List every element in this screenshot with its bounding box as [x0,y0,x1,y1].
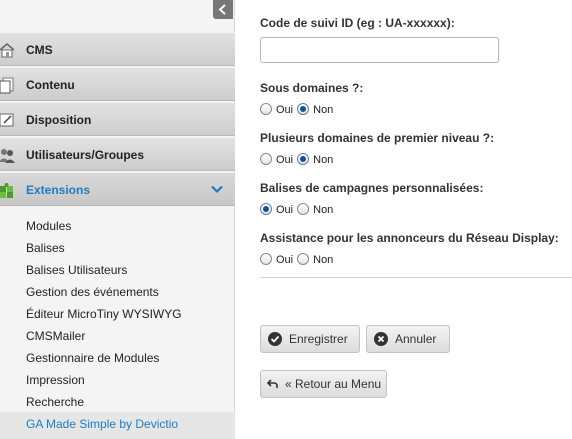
nav-item-label: Contenu [26,78,75,92]
multi-domains-no-radio[interactable] [297,153,310,165]
campaign-tags-label: Balises de campagnes personnalisées: [260,181,484,195]
form-divider [260,277,572,278]
subnav-item-balises[interactable]: Balises [26,241,65,255]
back-to-menu-label: « Retour au Menu [285,377,382,391]
campaign-tags-yes-radio[interactable] [260,203,272,215]
home-icon [0,43,15,58]
subnav-item-cmsmailer[interactable]: CMSMailer [26,329,85,343]
tracking-id-input[interactable] [260,37,499,63]
multi-domains-yes-radio[interactable] [260,153,272,165]
radio-label-non: Non [313,154,334,166]
nav-item-extensions[interactable]: Extensions [0,172,235,206]
campaign-tags-radio-group: Oui Non [260,202,337,216]
undo-arrow-icon [267,379,278,388]
tracking-id-label: Code de suivi ID (eg : UA-xxxxxx): [260,16,455,30]
radio-label-non: Non [313,104,334,116]
radio-label-non: Non [313,254,334,266]
radio-label-oui: Oui [276,254,294,266]
subnav-item-ga-made-simple[interactable]: GA Made Simple by Devictio [26,417,178,431]
nav-item-label: Extensions [26,183,91,197]
nav-item-contenu[interactable]: Contenu [0,67,235,101]
campaign-tags-no-radio[interactable] [297,203,310,215]
chevron-left-icon [218,4,226,15]
nav-item-label: CMS [26,43,53,57]
save-button-label: Enregistrer [289,332,348,346]
close-circle-icon [374,332,388,346]
subdomains-radio-group: Oui Non [260,102,337,116]
subnav-item-gestionnaire-modules[interactable]: Gestionnaire de Modules [26,351,159,365]
subnav-item-modules[interactable]: Modules [26,219,71,233]
puzzle-icon [0,183,13,198]
subdomains-yes-radio[interactable] [260,103,272,115]
users-icon [0,149,15,163]
radio-label-oui: Oui [276,104,294,116]
layout-icon [0,113,14,127]
display-network-yes-radio[interactable] [260,253,272,265]
subnav-item-recherche[interactable]: Recherche [26,395,84,409]
display-network-radio-group: Oui Non [260,252,337,266]
check-circle-icon [268,332,282,346]
radio-label-non: Non [313,204,334,216]
subdomains-label: Sous domaines ?: [260,81,364,95]
radio-label-oui: Oui [276,154,294,166]
subnav-item-impression[interactable]: Impression [26,373,85,387]
save-button[interactable]: Enregistrer [260,325,360,353]
back-to-menu-button[interactable]: « Retour au Menu [260,370,387,398]
content-icon [0,77,14,94]
subdomains-no-radio[interactable] [297,103,310,115]
nav-item-disposition[interactable]: Disposition [0,102,235,136]
radio-label-oui: Oui [276,204,294,216]
nav-item-label: Disposition [26,113,92,127]
main-content: Code de suivi ID (eg : UA-xxxxxx): Sous … [236,0,572,439]
multi-domains-radio-group: Oui Non [260,152,337,166]
sidebar: CMS Contenu Disposition Utilisateurs/Gro… [0,0,235,439]
chevron-down-icon [211,185,223,194]
cancel-button-label: Annuler [395,332,437,346]
display-network-no-radio[interactable] [297,253,310,265]
multi-domains-label: Plusieurs domaines de premier niveau ?: [260,131,495,145]
cancel-button[interactable]: Annuler [366,325,450,353]
nav-item-cms[interactable]: CMS [0,32,235,66]
nav-item-label: Utilisateurs/Groupes [26,148,145,162]
collapse-sidebar-button[interactable] [213,0,233,19]
subnav-item-evenements[interactable]: Gestion des événements [26,285,159,299]
subnav-item-balises-utilisateurs[interactable]: Balises Utilisateurs [26,263,127,277]
display-network-label: Assistance pour les annonceurs du Réseau… [260,231,559,245]
subnav-item-microtiny[interactable]: Éditeur MicroTiny WYSIWYG [26,307,182,321]
nav-item-utilisateurs[interactable]: Utilisateurs/Groupes [0,137,235,171]
